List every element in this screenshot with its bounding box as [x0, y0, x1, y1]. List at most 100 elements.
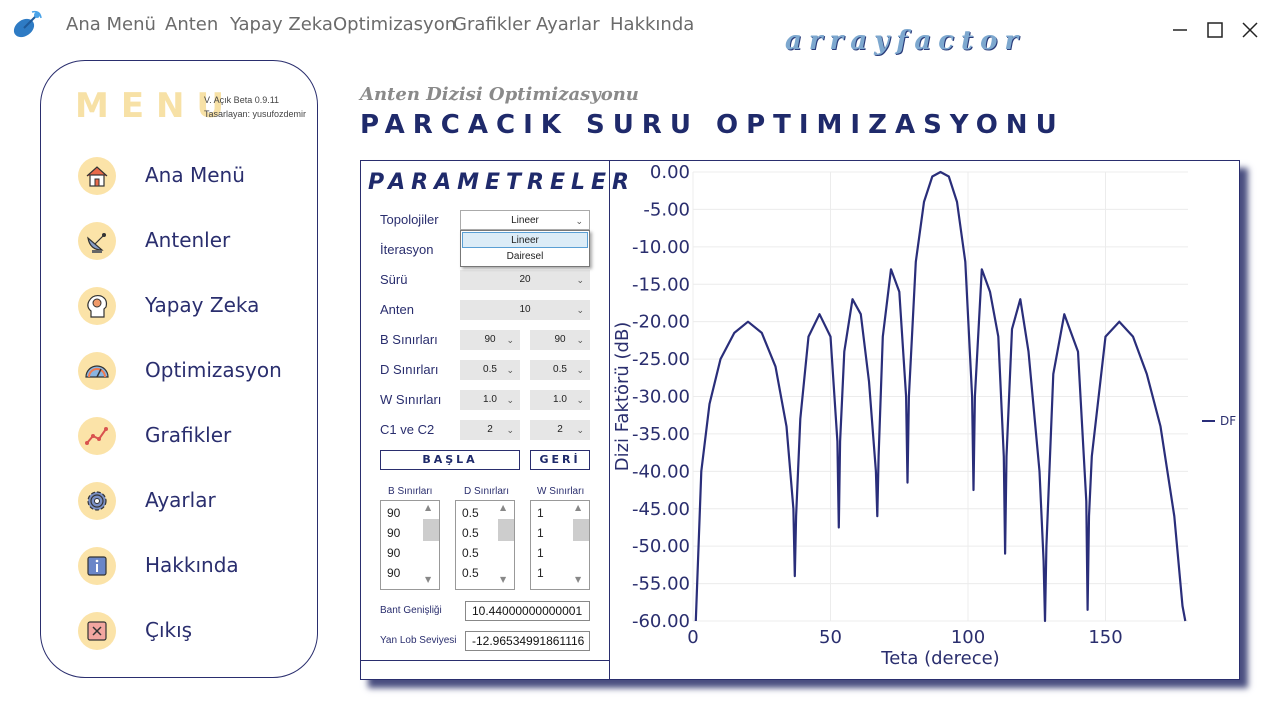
chevron-down-icon: ⌄ — [506, 335, 514, 345]
list-item[interactable]: 1 — [537, 506, 544, 520]
list-item[interactable]: 0.5 — [462, 566, 479, 580]
sidebar-item-ana-menu[interactable]: Ana Menü — [78, 157, 298, 197]
b-list-header: B Sınırları — [388, 486, 433, 497]
chevron-down-icon: ⌄ — [576, 395, 584, 405]
scroll-down-icon[interactable]: ▼ — [500, 575, 506, 584]
scroll-up-icon[interactable]: ▲ — [500, 503, 506, 512]
sidebar-item-optimizasyon[interactable]: Optimizasyon — [78, 352, 298, 392]
y-tick-label: -10.00 — [632, 237, 690, 258]
sidelobe-field[interactable]: -12.96534991861116 — [465, 631, 590, 651]
topmenu-ana-menu[interactable]: Ana Menü — [66, 14, 156, 35]
b-max-select[interactable]: 90 ⌄ — [530, 330, 590, 350]
y-tick-label: -5.00 — [643, 199, 690, 220]
w-bounds-list[interactable]: 1 1 1 1 ▲ ▼ — [530, 500, 590, 590]
array-factor-chart: 0.00 -5.00 -10.00 -15.00 -20.00 -25.00 -30.00 -… — [612, 162, 1236, 669]
d-min-value: 0.5 — [483, 364, 497, 375]
w-max-value: 1.0 — [553, 394, 567, 405]
app-logo-icon — [10, 8, 44, 42]
swarm-label: Sürü — [380, 272, 408, 287]
scroll-thumb[interactable] — [573, 519, 589, 541]
c1-select[interactable]: 2 ⌄ — [460, 420, 520, 440]
chevron-down-icon: ⌄ — [506, 425, 514, 435]
b-bounds-label: B Sınırları — [380, 332, 438, 347]
sidebar-item-label: Ana Menü — [145, 163, 245, 187]
y-tick-label: -50.00 — [632, 536, 690, 557]
antenna-select[interactable]: 10 ⌄ — [460, 300, 590, 320]
swarm-value: 20 — [519, 274, 531, 285]
list-item[interactable]: 1 — [537, 566, 544, 580]
close-icon[interactable] — [1236, 16, 1264, 44]
topmenu-ayarlar[interactable]: Ayarlar — [536, 14, 600, 35]
list-item[interactable]: 1 — [537, 526, 544, 540]
scroll-up-icon[interactable]: ▲ — [425, 503, 431, 512]
list-scrollbar[interactable]: ▲ ▼ — [573, 503, 589, 587]
sidebar-item-antenler[interactable]: Antenler — [78, 222, 298, 262]
list-item[interactable]: 90 — [387, 526, 400, 540]
scroll-up-icon[interactable]: ▲ — [575, 503, 581, 512]
list-item[interactable]: 0.5 — [462, 546, 479, 560]
y-tick-label: -60.00 — [632, 611, 690, 632]
c2-select[interactable]: 2 ⌄ — [530, 420, 590, 440]
dropdown-option-lineer[interactable]: Lineer — [462, 232, 588, 248]
chevron-down-icon: ⌄ — [576, 365, 584, 375]
back-button[interactable]: GERİ — [530, 450, 590, 470]
y-tick-label: -35.00 — [632, 424, 690, 445]
topmenu-anten[interactable]: Anten — [165, 14, 218, 35]
list-item[interactable]: 90 — [387, 566, 400, 580]
d-max-value: 0.5 — [553, 364, 567, 375]
c2-value: 2 — [557, 424, 563, 435]
maximize-icon[interactable] — [1201, 16, 1229, 44]
scroll-down-icon[interactable]: ▼ — [575, 575, 581, 584]
chevron-down-icon: ⌄ — [576, 275, 584, 285]
list-item[interactable]: 90 — [387, 546, 400, 560]
y-tick-label: -15.00 — [632, 274, 690, 295]
y-tick-label: -20.00 — [632, 312, 690, 333]
sidebar-item-ayarlar[interactable]: Ayarlar — [78, 482, 298, 522]
w-max-select[interactable]: 1.0 ⌄ — [530, 390, 590, 410]
list-item[interactable]: 0.5 — [462, 506, 479, 520]
list-scrollbar[interactable]: ▲ ▼ — [423, 503, 439, 587]
panel-divider-bottom — [361, 660, 609, 661]
scroll-down-icon[interactable]: ▼ — [425, 575, 431, 584]
d-min-select[interactable]: 0.5 ⌄ — [460, 360, 520, 380]
list-scrollbar[interactable]: ▲ ▼ — [498, 503, 514, 587]
sidebar-item-hakkinda[interactable]: Hakkında — [78, 547, 298, 587]
scroll-thumb[interactable] — [498, 519, 514, 541]
x-tick-label: 100 — [951, 627, 985, 648]
topology-dropdown-list: Lineer Dairesel — [460, 230, 590, 267]
sidebar-item-grafikler[interactable]: Grafikler — [78, 417, 298, 457]
sidebar-item-yapay-zeka[interactable]: Yapay Zeka — [78, 287, 298, 327]
antenna-value: 10 — [519, 304, 531, 315]
d-bounds-list[interactable]: 0.5 0.5 0.5 0.5 ▲ ▼ — [455, 500, 515, 590]
x-tick-label: 150 — [1088, 627, 1122, 648]
y-axis-label: Dizi Faktörü (dB) — [612, 322, 633, 472]
bandwidth-field[interactable]: 10.44000000000001 — [465, 601, 590, 621]
scroll-thumb[interactable] — [423, 519, 439, 541]
antenna-label: Anten — [380, 302, 414, 317]
start-button[interactable]: BAŞLA — [380, 450, 520, 470]
list-item[interactable]: 1 — [537, 546, 544, 560]
line-graph-icon — [78, 417, 116, 455]
list-item[interactable]: 90 — [387, 506, 400, 520]
b-bounds-list[interactable]: 90 90 90 90 ▲ ▼ — [380, 500, 440, 590]
topmenu-yapay-zeka[interactable]: Yapay Zeka — [230, 14, 333, 35]
topmenu-optimizasyon[interactable]: Optimizasyon — [333, 14, 456, 35]
topmenu-grafikler[interactable]: Grafikler — [453, 14, 531, 35]
brand-logo: arrayfactor — [785, 26, 1026, 56]
d-max-select[interactable]: 0.5 ⌄ — [530, 360, 590, 380]
y-tick-label: -55.00 — [632, 574, 690, 595]
sidebar-item-label: Optimizasyon — [145, 358, 282, 382]
x-tick-label: 0 — [687, 627, 698, 648]
sidebar-title: MENU — [75, 86, 237, 126]
topology-select[interactable]: Lineer ⌄ — [460, 210, 590, 230]
dropdown-option-dairesel[interactable]: Dairesel — [462, 249, 588, 265]
w-min-select[interactable]: 1.0 ⌄ — [460, 390, 520, 410]
b-min-select[interactable]: 90 ⌄ — [460, 330, 520, 350]
topmenu-hakkinda[interactable]: Hakkında — [610, 14, 694, 35]
list-item[interactable]: 0.5 — [462, 526, 479, 540]
swarm-select[interactable]: 20 ⌄ — [460, 270, 590, 290]
c1c2-label: C1 ve C2 — [380, 422, 435, 437]
sidebar-item-cikis[interactable]: Çıkış — [78, 612, 298, 652]
minimize-icon[interactable] — [1166, 16, 1194, 44]
d-list-header: D Sınırları — [464, 486, 510, 497]
